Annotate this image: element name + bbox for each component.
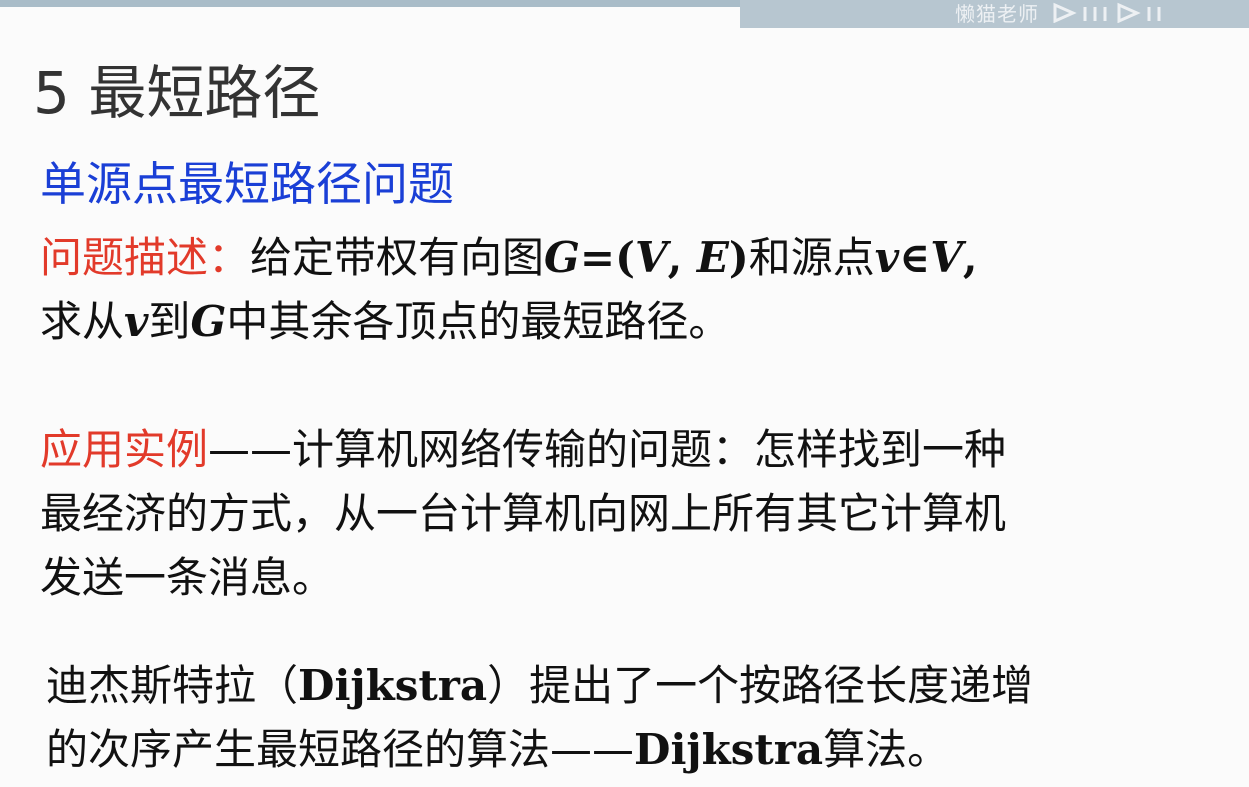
application-line-1: 应用实例——计算机网络传输的问题：怎样找到一种: [40, 418, 1210, 482]
dijkstra-text: 迪杰斯特拉（: [46, 661, 299, 710]
math-G: G: [190, 297, 227, 346]
math-comma: ,: [667, 233, 697, 282]
math-eq: =(: [579, 233, 635, 282]
dijkstra-name: Dijkstra: [634, 725, 824, 774]
description-text: 和源点: [748, 233, 875, 282]
math-E: E: [696, 233, 729, 282]
problem-description: 问题描述：给定带权有向图G=(V, E)和源点v∈V, 求从v到G中其余各顶点的…: [40, 226, 1210, 354]
slide-title: 5 最短路径: [33, 59, 321, 127]
math-V: V: [634, 233, 668, 282]
slide-subtitle: 单源点最短路径问题: [40, 157, 454, 211]
application-text: ——计算机网络传输的问题：怎样找到一种: [208, 425, 1007, 474]
bilibili-logo-icon: [1053, 2, 1161, 23]
math-V: V: [930, 233, 963, 282]
math-v: v: [874, 233, 900, 282]
dijkstra-text: ）提出了一个按路径长度递增: [487, 661, 1034, 710]
application-line-2: 最经济的方式，从一台计算机向网上所有其它计算机: [40, 489, 1007, 538]
dijkstra-line-1: 迪杰斯特拉（Dijkstra）提出了一个按路径长度递增: [46, 654, 1216, 718]
description-text: 中其余各顶点的最短路径。: [226, 297, 731, 346]
math-end: ,: [962, 233, 978, 282]
application-line-3: 发送一条消息。: [40, 553, 335, 602]
watermark-text: 懒猫老师: [955, 1, 1039, 26]
description-label: 问题描述：: [40, 233, 251, 282]
application-label: 应用实例: [40, 425, 209, 474]
watermark: 懒猫老师: [955, 0, 1163, 26]
dijkstra-paragraph: 迪杰斯特拉（Dijkstra）提出了一个按路径长度递增 的次序产生最短路径的算法…: [46, 654, 1216, 782]
math-v: v: [124, 297, 149, 346]
dijkstra-name: Dijkstra: [298, 661, 488, 710]
description-text: 求从: [40, 297, 125, 346]
math-close: ): [728, 233, 749, 282]
dijkstra-text: 的次序产生最短路径的算法——: [46, 725, 635, 774]
dijkstra-line-2: 的次序产生最短路径的算法——Dijkstra算法。: [46, 718, 1216, 782]
description-text: 给定带权有向图: [250, 233, 545, 282]
math-in: ∈: [899, 233, 931, 282]
application-example: 应用实例——计算机网络传输的问题：怎样找到一种 最经济的方式，从一台计算机向网上…: [40, 418, 1210, 610]
dijkstra-text: 算法。: [823, 725, 950, 774]
description-line-1: 问题描述：给定带权有向图G=(V, E)和源点v∈V,: [40, 226, 1210, 290]
description-line-2: 求从v到G中其余各顶点的最短路径。: [40, 290, 1210, 354]
math-G: G: [544, 233, 580, 282]
description-text: 到: [148, 297, 191, 346]
